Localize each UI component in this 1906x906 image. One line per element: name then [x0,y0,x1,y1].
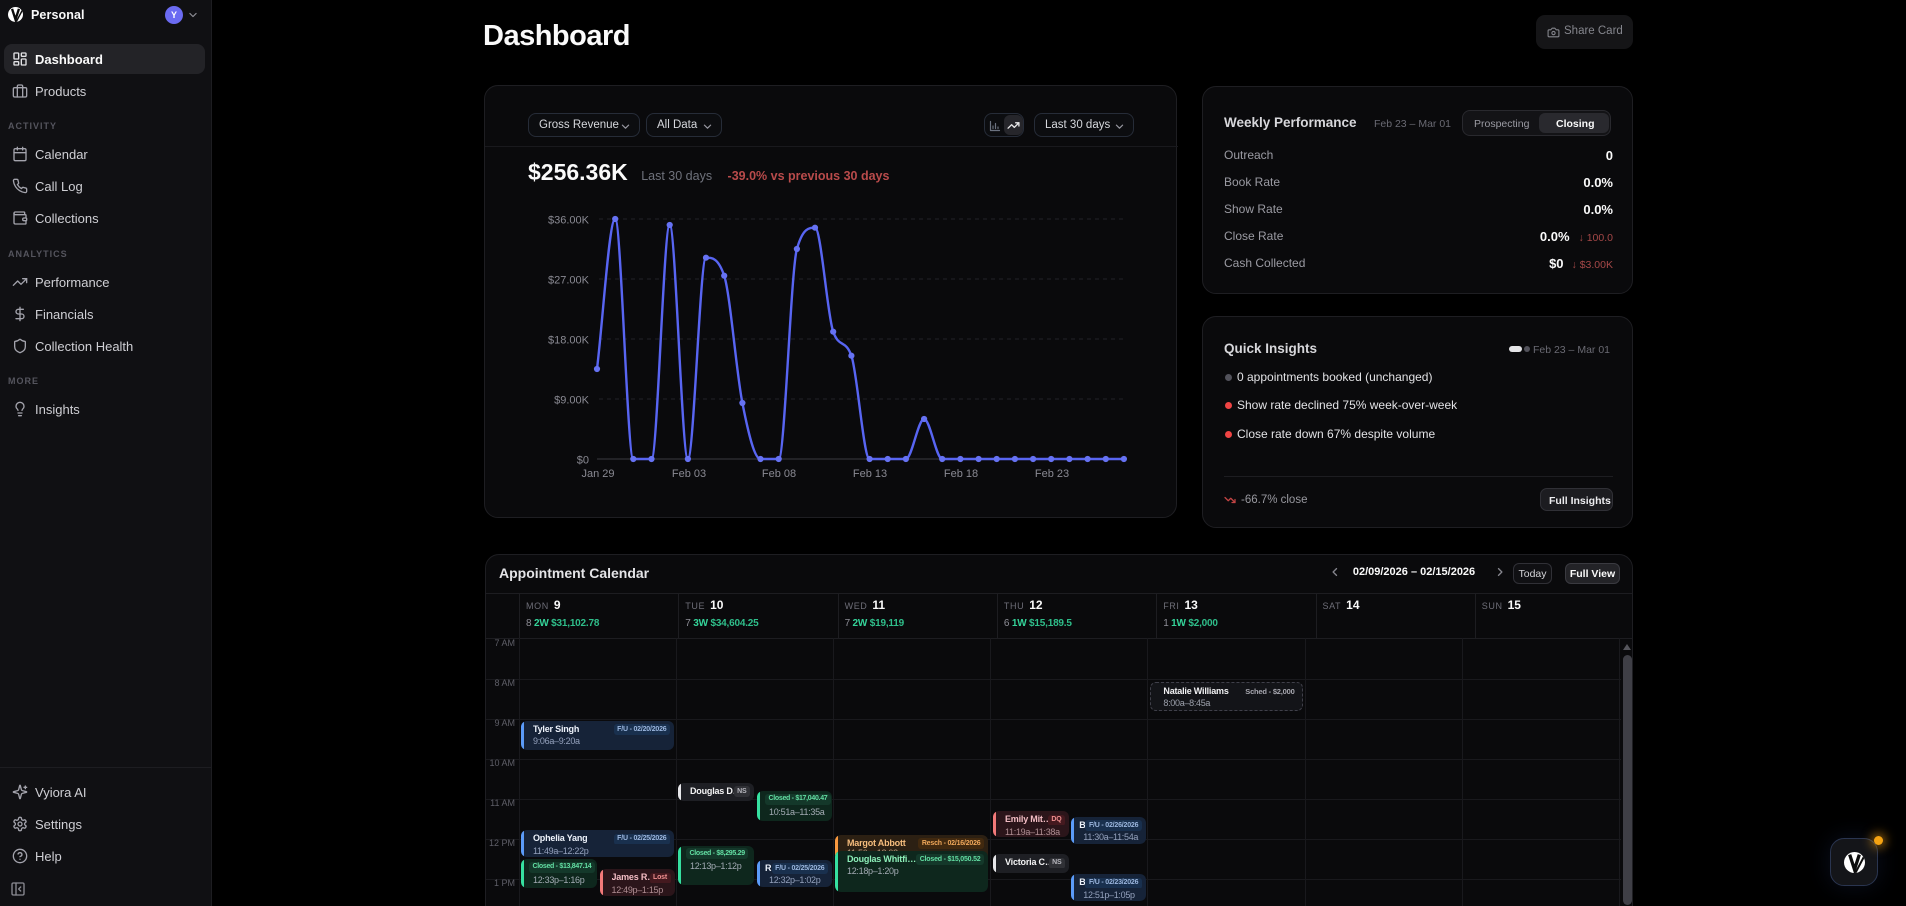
svg-text:Feb 18: Feb 18 [944,468,978,480]
svg-text:Feb 13: Feb 13 [853,468,887,480]
svg-text:Jan 29: Jan 29 [581,468,614,480]
svg-text:Feb 03: Feb 03 [672,468,706,480]
svg-text:$18.00K: $18.00K [548,335,590,347]
svg-text:$36.00K: $36.00K [548,215,590,227]
svg-text:$9.00K: $9.00K [554,395,590,407]
svg-text:Feb 23: Feb 23 [1035,468,1069,480]
svg-text:$27.00K: $27.00K [548,275,590,287]
svg-text:Feb 08: Feb 08 [762,468,796,480]
svg-text:$0: $0 [577,455,589,467]
